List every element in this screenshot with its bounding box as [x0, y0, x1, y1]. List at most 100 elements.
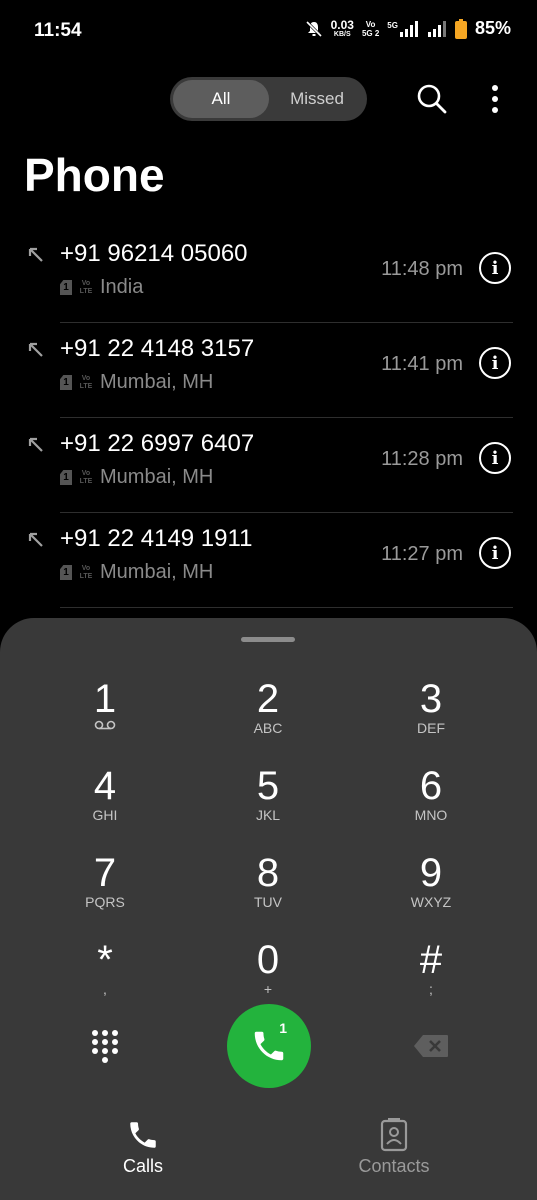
dialpad-key-2[interactable]: 2 ABC [208, 676, 328, 756]
network-type: 5G [387, 20, 398, 30]
mute-icon [305, 20, 322, 37]
key-letters: ; [429, 981, 433, 997]
key-digit: # [419, 938, 443, 982]
key-digit: 3 [419, 677, 443, 721]
key-letters: MNO [414, 807, 448, 823]
status-bar: 11:54 0.03 KB/S Vo 5G 2 5G 85% [0, 0, 537, 64]
call-location: India [100, 276, 144, 298]
call-meta: 1 Vo LTE Mumbai, MH [60, 371, 213, 394]
key-digit: 1 [93, 677, 117, 721]
sim-badge: 1 [60, 565, 72, 580]
dialpad-key-9[interactable]: 9 WXYZ [371, 850, 491, 930]
volte-top: Vo [365, 19, 376, 29]
key-letters: WXYZ [410, 894, 452, 910]
dialpad-grid-icon [92, 1030, 118, 1063]
call-info-button[interactable]: i [479, 252, 511, 284]
nav-contacts[interactable]: Contacts [324, 1118, 464, 1177]
backspace-button[interactable] [401, 1016, 461, 1076]
outgoing-call-icon [28, 437, 43, 452]
key-digit: 8 [256, 851, 280, 895]
key-digit: 7 [93, 851, 117, 895]
battery-percent: 85% [474, 18, 511, 38]
call-log-item[interactable]: +91 22 6997 6407 1 Vo LTE Mumbai, MH 11:2… [0, 418, 537, 513]
volte-badge: Vo LTE [79, 564, 93, 580]
key-letters: ABC [253, 720, 283, 736]
call-log-item[interactable]: +91 96214 05060 1 Vo LTE India 11:48 pm i [0, 228, 537, 323]
key-digit: 2 [256, 677, 280, 721]
more-options-button[interactable] [473, 77, 517, 121]
battery-icon [454, 18, 467, 39]
key-digit: 6 [419, 764, 443, 808]
signal-sim1-icon: 5G [387, 20, 419, 37]
tab-all[interactable]: All [173, 80, 269, 118]
call-number: +91 22 4148 3157 [60, 335, 255, 362]
call-filter-toggle: All Missed [170, 77, 367, 121]
call-number: +91 22 4149 1911 [60, 525, 253, 552]
dialpad-key-5[interactable]: 5 JKL [208, 763, 328, 843]
call-info-button[interactable]: i [479, 442, 511, 474]
call-time: 11:48 pm [381, 258, 463, 280]
drag-handle[interactable] [241, 637, 295, 642]
call-info-button[interactable]: i [479, 537, 511, 569]
key-letters: TUV [254, 894, 282, 910]
status-time: 11:54 [34, 20, 82, 41]
signal-sim2-icon [427, 20, 446, 37]
nav-calls[interactable]: Calls [73, 1118, 213, 1177]
call-time: 11:28 pm [381, 448, 463, 470]
call-location: Mumbai, MH [100, 371, 214, 393]
bottom-navigation: Calls Contacts [0, 1118, 537, 1200]
key-letters: + [263, 981, 273, 997]
key-letters: , [103, 981, 107, 997]
volte-badge: Vo LTE [79, 374, 93, 390]
volte-badge: Vo LTE [79, 469, 93, 485]
call-meta: 1 Vo LTE Mumbai, MH [60, 561, 213, 584]
page-title: Phone [24, 149, 165, 201]
dialpad-key-star[interactable]: * , [45, 937, 165, 1017]
dialpad-key-hash[interactable]: # ; [371, 937, 491, 1017]
call-button[interactable]: 1 [227, 1004, 311, 1088]
call-log-list: +91 96214 05060 1 Vo LTE India 11:48 pm i… [0, 228, 537, 608]
divider [60, 607, 513, 608]
signal-bars-icon [399, 20, 418, 37]
key-letters: GHI [92, 807, 118, 823]
dialpad-key-3[interactable]: 3 DEF [371, 676, 491, 756]
key-digit: 0 [256, 938, 280, 982]
key-letters: PQRS [85, 894, 125, 910]
sim-badge: 1 [60, 280, 72, 295]
call-log-item[interactable]: +91 22 4149 1911 1 Vo LTE Mumbai, MH 11:2… [0, 513, 537, 608]
call-time: 11:41 pm [381, 353, 463, 375]
key-digit: * [97, 938, 113, 982]
outgoing-call-icon [28, 342, 43, 357]
dialpad-key-7[interactable]: 7 PQRS [45, 850, 165, 930]
tab-missed[interactable]: Missed [270, 80, 364, 118]
hide-dialpad-button[interactable] [75, 1016, 135, 1076]
dialpad-key-1[interactable]: 1 [45, 676, 165, 756]
call-log-item[interactable]: +91 22 4148 3157 1 Vo LTE Mumbai, MH 11:4… [0, 323, 537, 418]
call-location: Mumbai, MH [100, 466, 214, 488]
info-icon: i [491, 352, 499, 374]
call-info-button[interactable]: i [479, 347, 511, 379]
call-number: +91 96214 05060 [60, 240, 248, 267]
dialpad-key-4[interactable]: 4 GHI [45, 763, 165, 843]
dialpad-key-6[interactable]: 6 MNO [371, 763, 491, 843]
network-speed: 0.03 KB/S [331, 19, 354, 38]
info-icon: i [491, 257, 499, 279]
info-icon: i [491, 447, 499, 469]
call-time: 11:27 pm [381, 543, 463, 565]
search-button[interactable] [410, 77, 454, 121]
key-digit: 5 [256, 764, 280, 808]
network-speed-value: 0.03 [330, 18, 354, 32]
call-location: Mumbai, MH [100, 561, 214, 583]
sim-badge: 1 [60, 375, 72, 390]
status-icons: 0.03 KB/S Vo 5G 2 5G 85% [305, 18, 511, 39]
contacts-icon [380, 1118, 408, 1152]
more-vertical-icon [492, 85, 498, 113]
outgoing-call-icon [28, 532, 43, 547]
dialpad-key-8[interactable]: 8 TUV [208, 850, 328, 930]
dialpad-sheet: 1 2 ABC 3 DEF 4 GHI 5 JKL 6 MNO 7 PQRS 8… [0, 618, 537, 1200]
volte-indicator: Vo 5G 2 [362, 20, 379, 38]
info-icon: i [491, 542, 499, 564]
key-letters: JKL [255, 807, 281, 823]
volte-badge: Vo LTE [79, 279, 93, 295]
search-icon [417, 84, 447, 114]
